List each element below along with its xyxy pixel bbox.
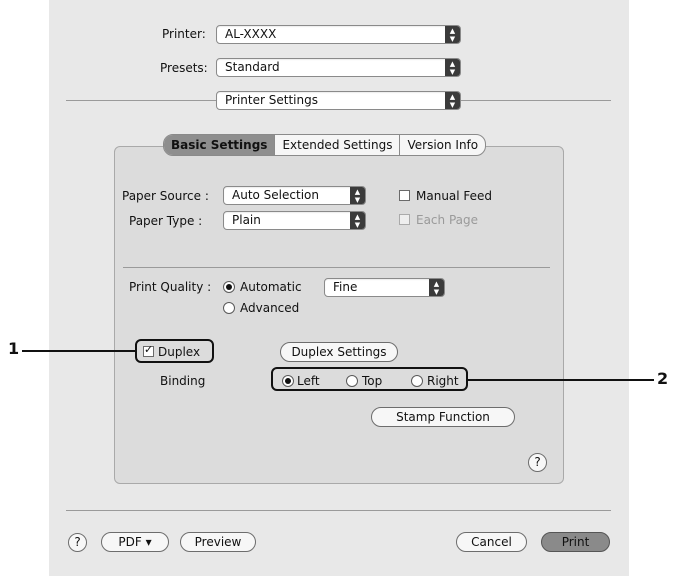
duplex-settings-button[interactable]: Duplex Settings <box>280 342 398 362</box>
settings-tabs: Basic Settings Extended Settings Version… <box>163 134 487 156</box>
quality-mode-value: Fine <box>333 280 358 294</box>
callout-line-1 <box>22 350 135 352</box>
tab-basic-settings[interactable]: Basic Settings <box>164 135 276 155</box>
updown-arrows-icon: ▲ ▼ <box>350 187 365 204</box>
footer-separator <box>66 510 611 511</box>
advanced-radio[interactable] <box>223 302 235 314</box>
paper-source-label: Paper Source : <box>122 189 209 203</box>
updown-arrows-icon: ▲ ▼ <box>445 92 460 109</box>
paper-source-popup[interactable]: Auto Selection ▲ ▼ <box>223 186 366 205</box>
question-mark-icon[interactable]: ? <box>528 453 547 472</box>
print-button[interactable]: Print <box>541 532 610 552</box>
each-page-checkbox[interactable] <box>399 214 410 225</box>
panel-separator-left <box>66 100 216 101</box>
paper-type-popup[interactable]: Plain ▲ ▼ <box>223 211 366 230</box>
duplex-highlight <box>135 339 214 363</box>
printer-label: Printer: <box>162 27 206 41</box>
panel-separator-right <box>461 100 611 101</box>
manual-feed-label: Manual Feed <box>416 189 493 203</box>
manual-feed-checkbox[interactable] <box>399 190 410 201</box>
stamp-function-button[interactable]: Stamp Function <box>371 407 515 427</box>
updown-arrows-icon: ▲ ▼ <box>445 26 460 43</box>
callout-number-1: 1 <box>8 339 20 358</box>
paper-type-label: Paper Type : <box>129 214 203 228</box>
quality-separator <box>123 267 550 268</box>
binding-label: Binding <box>160 374 206 388</box>
updown-arrows-icon: ▲ ▼ <box>350 212 365 229</box>
paper-type-value: Plain <box>232 213 261 227</box>
panel-value: Printer Settings <box>225 93 318 107</box>
updown-arrows-icon: ▲ ▼ <box>429 279 444 296</box>
each-page-label: Each Page <box>416 213 479 227</box>
quality-mode-popup[interactable]: Fine ▲ ▼ <box>324 278 445 297</box>
automatic-label: Automatic <box>240 280 302 294</box>
preview-button[interactable]: Preview <box>180 532 256 552</box>
tab-version-info[interactable]: Version Info <box>400 135 485 155</box>
presets-label: Presets: <box>160 61 208 75</box>
presets-value: Standard <box>225 60 280 74</box>
presets-popup[interactable]: Standard ▲ ▼ <box>216 58 461 77</box>
print-quality-label: Print Quality : <box>129 280 212 294</box>
panel-popup[interactable]: Printer Settings ▲ ▼ <box>216 91 461 110</box>
callout-line-2 <box>468 379 654 381</box>
advanced-label: Advanced <box>240 301 300 315</box>
paper-source-value: Auto Selection <box>232 188 319 202</box>
printer-popup[interactable]: AL-XXXX ▲ ▼ <box>216 25 461 44</box>
printer-value: AL-XXXX <box>225 27 277 41</box>
cancel-button[interactable]: Cancel <box>456 532 527 552</box>
pdf-button[interactable]: PDF ▾ <box>101 532 169 552</box>
question-mark-icon[interactable]: ? <box>68 533 87 552</box>
tab-extended-settings[interactable]: Extended Settings <box>275 135 401 155</box>
updown-arrows-icon: ▲ ▼ <box>445 59 460 76</box>
binding-highlight <box>271 367 468 391</box>
callout-number-2: 2 <box>657 369 669 388</box>
automatic-radio[interactable] <box>223 281 235 293</box>
